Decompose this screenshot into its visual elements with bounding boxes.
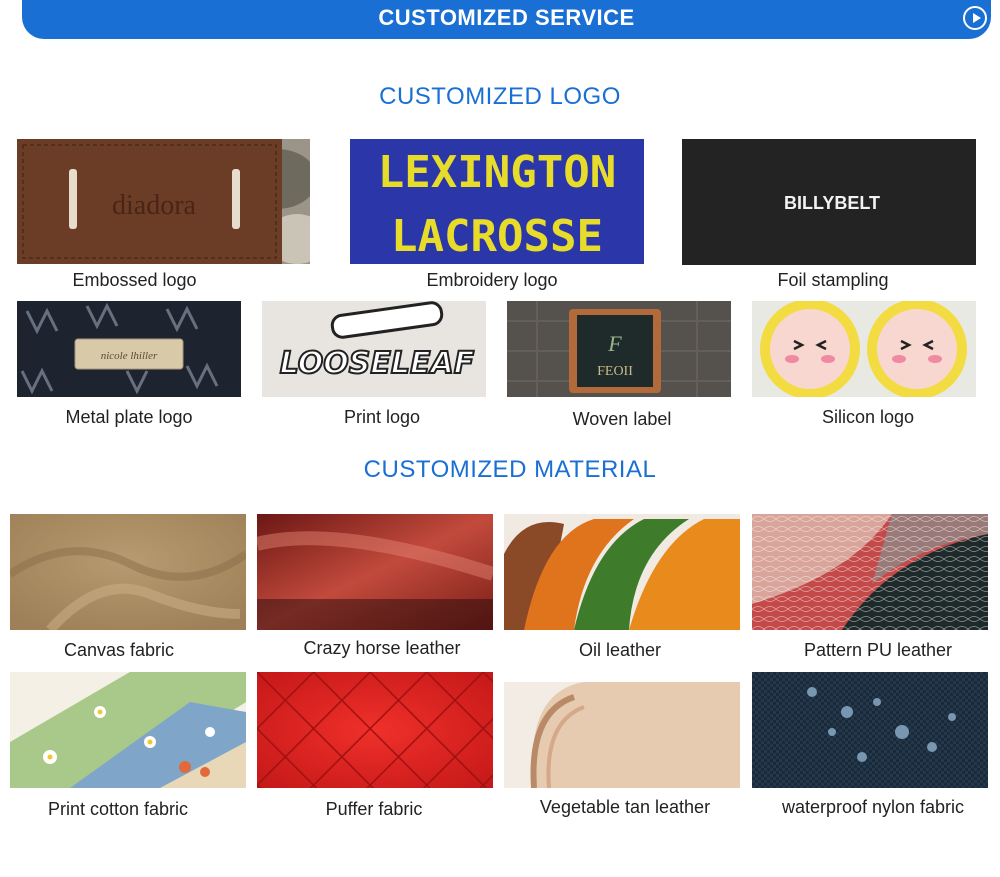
crazy-horse-leather-image [257,514,493,630]
material-section-title: CUSTOMIZED MATERIAL [363,456,657,483]
print-logo-text: LOOSELEAF [280,346,475,381]
logo-caption: Foil stampling [777,270,889,290]
foil-stamping-image: BILLYBELT [682,139,976,265]
waterproof-nylon-fabric-image [752,672,988,788]
pattern-pu-leather-image [752,514,988,630]
oil-leather-image [504,514,740,630]
logo-section-title: CUSTOMIZED LOGO [379,83,621,110]
embroidery-line1: LEXINGTON [378,147,616,198]
embossed-logo-text: diadora [112,190,197,221]
material-caption: Pattern PU leather [803,640,953,660]
material-caption: waterproof nylon fabric [781,797,965,817]
metal-plate-logo-image: nicole lhiller [17,301,241,397]
play-circle-icon[interactable] [963,6,987,30]
embroidery-logo-image: LEXINGTON LACROSSE [350,139,644,264]
logo-caption: Woven label [572,409,672,429]
logo-caption: Embossed logo [72,270,197,290]
logo-caption: Metal plate logo [65,407,193,427]
foil-logo-text: BILLYBELT [784,193,880,213]
logo-caption: Silicon logo [821,407,915,427]
silicon-logo-image [752,301,976,397]
banner-title: CUSTOMIZED SERVICE [378,5,635,30]
svg-text:F: F [607,331,622,356]
embroidery-line2: LACROSSE [391,211,603,262]
svg-text:nicole lhiller: nicole lhiller [101,350,158,362]
material-caption: Oil leather [578,640,662,660]
logo-caption: Embroidery logo [426,270,558,290]
vegetable-tan-leather-image [504,672,740,788]
material-caption: Puffer fabric [325,799,423,819]
logo-caption: Print logo [343,407,421,427]
woven-label-text: FEOII [597,364,633,379]
material-caption: Canvas fabric [63,640,175,660]
embossed-logo-image: diadora [17,139,310,264]
print-logo-image: LOOSELEAF [262,301,486,397]
woven-label-image: F FEOII [507,301,731,397]
canvas-fabric-image [10,514,246,630]
material-caption: Vegetable tan leather [539,797,711,817]
material-caption: Crazy horse leather [303,638,461,658]
puffer-fabric-image [257,672,493,788]
print-cotton-fabric-image [10,672,246,788]
material-caption: Print cotton fabric [47,799,189,819]
